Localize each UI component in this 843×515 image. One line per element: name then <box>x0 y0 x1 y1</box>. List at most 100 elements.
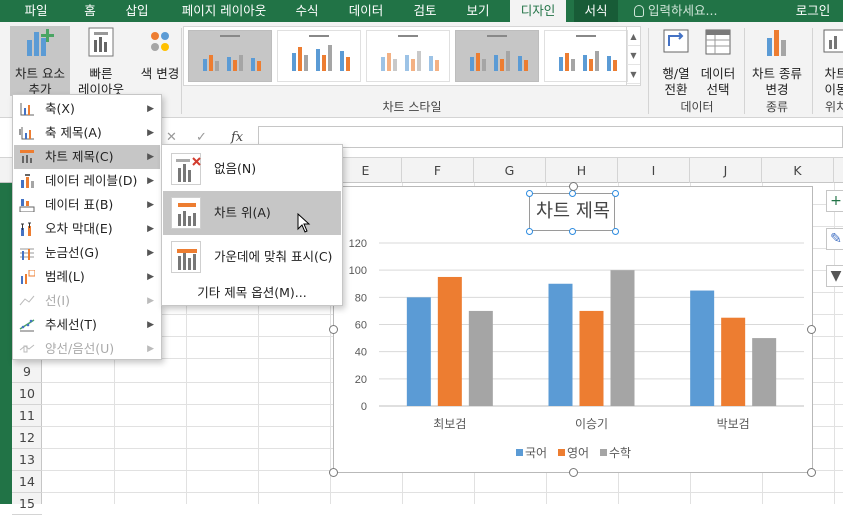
move-chart-button[interactable]: 차트 이동 <box>816 26 843 97</box>
tab-design[interactable]: 디자인 <box>510 0 566 22</box>
row-header[interactable]: 15 <box>12 493 42 515</box>
login-link[interactable]: 로그인 <box>788 0 838 22</box>
bar <box>752 338 777 406</box>
error-bars-icon <box>21 222 31 236</box>
title-handle[interactable] <box>569 228 576 235</box>
title-handle[interactable] <box>569 190 576 197</box>
formula-input[interactable] <box>258 126 843 148</box>
menu-item-trendline[interactable]: 추세선(T) ▶ <box>14 313 160 337</box>
tab-insert[interactable]: 삽입 <box>117 0 157 22</box>
submenu-item-label: 차트 위(A) <box>214 205 271 220</box>
chart-resize-handle[interactable] <box>569 182 578 191</box>
tab-data[interactable]: 데이터 <box>340 0 392 22</box>
chart-resize-handle[interactable] <box>569 468 578 477</box>
menu-item-label: 양선/음선(U) <box>45 341 115 356</box>
change-chart-type-button[interactable]: 차트 종류 변경 <box>748 26 806 97</box>
add-chart-element-button[interactable]: 차트 요소 추가 <box>10 26 70 97</box>
menu-item-gridlines[interactable]: 눈금선(G) ▶ <box>14 241 160 265</box>
tab-page-layout[interactable]: 페이지 레이아웃 <box>170 0 278 22</box>
legend-label: 영어 <box>567 446 589 460</box>
column-header[interactable]: I <box>618 158 690 183</box>
submenu-item-none[interactable]: 없음(N) <box>163 147 341 191</box>
insert-function-icon[interactable]: fx <box>231 130 243 145</box>
menu-item-label: 축(X) <box>45 101 75 116</box>
tab-view[interactable]: 보기 <box>458 0 498 22</box>
menu-item-label: 축 제목(A) <box>45 125 102 140</box>
switch-row-column-icon <box>663 29 689 53</box>
trendline-icon <box>19 319 35 332</box>
chart-resize-handle[interactable] <box>329 325 338 334</box>
tab-file[interactable]: 파일 <box>18 0 54 22</box>
submenu-item-centered-overlay[interactable]: 가운데에 맞춰 표시(C) <box>163 235 341 279</box>
menu-item-error-bars[interactable]: 오차 막대(E) ▶ <box>14 217 160 241</box>
chart-style-3[interactable] <box>366 30 450 82</box>
type-group-label: 종류 <box>765 100 789 114</box>
y-tick-label: 20 <box>355 374 367 386</box>
gallery-down-icon[interactable]: ▼ <box>627 46 640 65</box>
gallery-up-icon[interactable]: ▲ <box>627 27 640 46</box>
switch-row-column-button[interactable]: 행/열 전환 <box>656 26 696 97</box>
chart-element-menu: 축(X) ▶ 축 제목(A) ▶ 차트 제목(C) ▶ 데이터 레이블(D) ▶ 데이터… <box>12 94 162 360</box>
change-colors-button[interactable]: 색 변경 <box>136 26 184 96</box>
tab-format[interactable]: 서식 <box>574 0 618 22</box>
change-chart-type-label: 차트 종류 변경 <box>752 66 802 97</box>
title-handle[interactable] <box>526 228 533 235</box>
title-above-chart-icon <box>171 197 201 229</box>
menu-item-axes[interactable]: 축(X) ▶ <box>14 97 160 121</box>
row-header[interactable]: 13 <box>12 449 42 471</box>
tell-me-search[interactable]: 입력하세요... <box>634 0 717 22</box>
gallery-scroll[interactable]: ▲ ▼ ▼ <box>626 27 640 85</box>
title-handle[interactable] <box>526 190 533 197</box>
select-data-button[interactable]: 데이터 선택 <box>698 26 738 97</box>
chart-resize-handle[interactable] <box>329 468 338 477</box>
tab-home[interactable]: 홈 <box>72 0 108 22</box>
chart-style-2[interactable] <box>277 30 361 82</box>
row-header[interactable]: 12 <box>12 427 42 449</box>
chart-area[interactable]: 0 20 40 60 80 100 120 최보검 이승기 박보검 국어 영어 수학 차트 제목 <box>329 182 816 477</box>
menu-item-axis-title[interactable]: 축 제목(A) ▶ <box>14 121 160 145</box>
gallery-more-icon[interactable]: ▼ <box>627 65 640 84</box>
tab-review[interactable]: 검토 <box>406 0 444 22</box>
column-header[interactable]: K <box>762 158 834 183</box>
chart-resize-handle[interactable] <box>807 468 816 477</box>
submenu-item-above-chart[interactable]: 차트 위(A) <box>163 191 341 235</box>
chart-title-box[interactable]: 차트 제목 <box>526 190 619 235</box>
menu-item-data-table[interactable]: 데이터 표(B) ▶ <box>14 193 160 217</box>
row-header[interactable]: 9 <box>12 361 42 383</box>
row-header[interactable]: 10 <box>12 383 42 405</box>
column-header[interactable]: J <box>690 158 762 183</box>
chart-title[interactable]: 차트 제목 <box>530 194 616 232</box>
column-header[interactable]: F <box>402 158 474 183</box>
change-colors-label: 색 변경 <box>140 66 180 81</box>
menu-item-label: 차트 제목(C) <box>45 149 114 164</box>
cancel-icon[interactable]: ✕ <box>166 130 177 145</box>
chart-style-5[interactable] <box>544 30 628 82</box>
chart-filter-icon[interactable]: ▼ <box>826 265 843 287</box>
title-handle[interactable] <box>612 228 619 235</box>
enter-icon[interactable]: ✓ <box>196 130 207 145</box>
menu-item-data-labels[interactable]: 데이터 레이블(D) ▶ <box>14 169 160 193</box>
column-header[interactable]: H <box>546 158 618 183</box>
submenu-more-options[interactable]: 기타 제목 옵션(M)... <box>163 281 341 305</box>
tab-formulas[interactable]: 수식 <box>287 0 327 22</box>
chart-styles-brush-icon[interactable]: ✎ <box>826 228 843 250</box>
bar <box>579 310 604 406</box>
chart-style-4[interactable] <box>455 30 539 82</box>
title-handle[interactable] <box>612 190 619 197</box>
menu-item-legend[interactable]: 범례(L) ▶ <box>14 265 160 289</box>
bar <box>548 283 573 406</box>
row-header[interactable]: 14 <box>12 471 42 493</box>
legend-label: 수학 <box>609 446 631 460</box>
column-header[interactable]: G <box>474 158 546 183</box>
mouse-cursor-icon <box>297 213 311 233</box>
chart-elements-plus-icon[interactable]: + <box>826 190 843 212</box>
menu-item-chart-title[interactable]: 차트 제목(C) ▶ <box>14 145 160 169</box>
chart-style-1[interactable] <box>188 30 272 82</box>
axis-title-icon <box>19 127 34 140</box>
chart-resize-handle[interactable] <box>807 325 816 334</box>
chart-styles-gallery: ▲ ▼ ▼ <box>183 26 641 86</box>
menu-item-label: 오차 막대(E) <box>45 221 113 236</box>
quick-layout-button[interactable]: 빠른 레이아웃 <box>72 26 130 97</box>
row-header[interactable]: 11 <box>12 405 42 427</box>
add-chart-element-icon <box>27 29 54 56</box>
